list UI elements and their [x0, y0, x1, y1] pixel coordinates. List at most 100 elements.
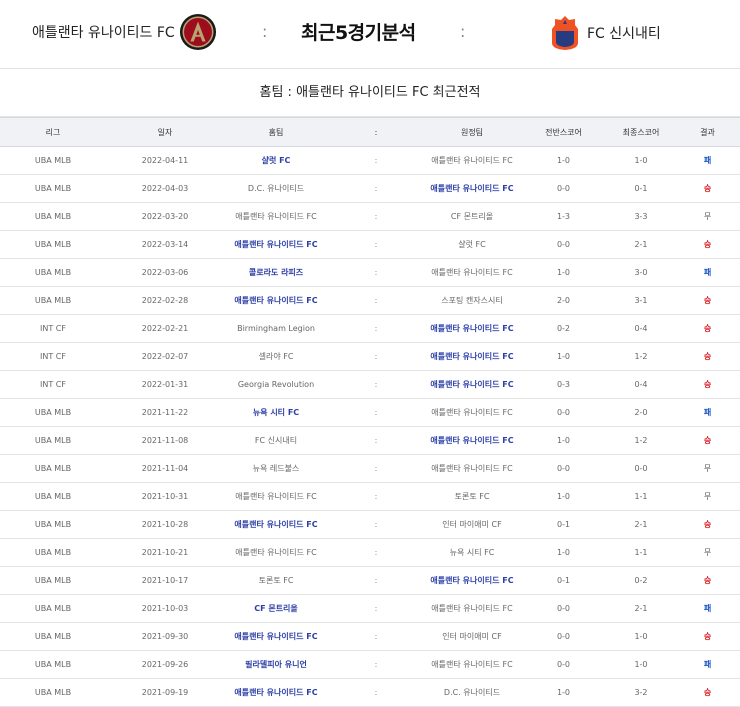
- table-row: UBA MLB 2022-04-11 샬럿 FC: 애틀랜타 유나이티드 FC 1-0 1…: [0, 146, 740, 175]
- table-row: UBA MLB 2022-04-03 D.C. 유나이티드: 애틀랜타 유나이티드 F…: [0, 174, 740, 203]
- away-team-cell[interactable]: 애틀랜타 유나이티드 FC: [424, 650, 520, 679]
- away-team-cell[interactable]: 애틀랜타 유나이티드 FC: [424, 566, 520, 595]
- league-cell: UBA MLB: [0, 622, 106, 651]
- home-team-cell[interactable]: 애틀랜타 유나이티드 FC: [224, 510, 328, 539]
- date-cell: 2021-10-21: [106, 538, 224, 567]
- away-team-cell[interactable]: 뉴욕 시티 FC: [424, 538, 520, 567]
- final-score-cell: 0-4: [607, 314, 675, 343]
- league-cell: UBA MLB: [0, 510, 106, 539]
- home-team-cell[interactable]: 애틀랜타 유나이티드 FC: [224, 230, 328, 259]
- page-title: 최근5경기분석: [301, 22, 416, 44]
- result-cell: 승: [675, 230, 740, 259]
- home-team-cell[interactable]: 토론토 FC: [224, 566, 328, 595]
- away-team-name[interactable]: FC 신시내티: [587, 23, 661, 43]
- recent-results-table: 리그 일자 홈팀 : 원정팀 전반스코어 최종스코어 결과 UBA MLB 202…: [0, 117, 740, 707]
- result-cell: 패: [675, 594, 740, 623]
- away-team-cell[interactable]: 애틀랜타 유나이티드 FC: [424, 174, 520, 203]
- table-row: UBA MLB 2022-03-20 애틀랜타 유나이티드 FC: CF 몬트리올 1-…: [0, 202, 740, 231]
- home-team-cell[interactable]: 애틀랜타 유나이티드 FC: [224, 678, 328, 707]
- half-score-cell: 1-0: [520, 426, 607, 455]
- away-team-cell[interactable]: 인터 마이애미 CF: [424, 510, 520, 539]
- home-team-name[interactable]: 애틀랜타 유나이티드 FC: [32, 22, 175, 42]
- final-score-cell: 3-0: [607, 258, 675, 287]
- away-team-cell[interactable]: 스포팅 캔자스시티: [424, 286, 520, 315]
- date-cell: 2022-01-31: [106, 370, 224, 399]
- half-score-cell: 0-0: [520, 230, 607, 259]
- away-team-cell[interactable]: 애틀랜타 유나이티드 FC: [424, 314, 520, 343]
- separator-cell: :: [328, 174, 424, 203]
- away-team-cell[interactable]: 인터 마이애미 CF: [424, 622, 520, 651]
- table-row: INT CF 2022-02-21 Birmingham Legion: 애틀랜타 유…: [0, 314, 740, 343]
- league-cell: UBA MLB: [0, 174, 106, 203]
- home-team-cell[interactable]: 애틀랜타 유나이티드 FC: [224, 482, 328, 511]
- table-row: UBA MLB 2021-10-31 애틀랜타 유나이티드 FC: 토론토 FC 1-0…: [0, 482, 740, 511]
- away-team-cell[interactable]: CF 몬트리올: [424, 202, 520, 231]
- date-cell: 2022-02-21: [106, 314, 224, 343]
- home-team-cell[interactable]: 애틀랜타 유나이티드 FC: [224, 538, 328, 567]
- final-score-cell: 0-2: [607, 566, 675, 595]
- league-cell: UBA MLB: [0, 650, 106, 679]
- away-team-cell[interactable]: 애틀랜타 유나이티드 FC: [424, 594, 520, 623]
- final-score-cell: 3-1: [607, 286, 675, 315]
- home-team-cell[interactable]: 뉴욕 레드불스: [224, 454, 328, 483]
- separator-cell: :: [328, 258, 424, 287]
- league-cell: UBA MLB: [0, 482, 106, 511]
- final-score-cell: 3-2: [607, 678, 675, 707]
- home-team-cell[interactable]: Georgia Revolution: [224, 370, 328, 399]
- separator-cell: :: [328, 538, 424, 567]
- away-team-cell[interactable]: 애틀랜타 유나이티드 FC: [424, 342, 520, 371]
- home-team-cell[interactable]: 애틀랜타 유나이티드 FC: [224, 202, 328, 231]
- away-team[interactable]: FC 신시내티: [551, 14, 661, 52]
- date-cell: 2022-03-14: [106, 230, 224, 259]
- home-team-cell[interactable]: 애틀랜타 유나이티드 FC: [224, 286, 328, 315]
- result-cell: 승: [675, 314, 740, 343]
- half-score-cell: 0-0: [520, 454, 607, 483]
- table-row: UBA MLB 2021-09-30 애틀랜타 유나이티드 FC: 인터 마이애미 C…: [0, 622, 740, 651]
- home-team[interactable]: 애틀랜타 유나이티드 FC: [32, 12, 217, 52]
- separator-cell: :: [328, 678, 424, 707]
- half-score-cell: 0-3: [520, 370, 607, 399]
- home-team-cell[interactable]: D.C. 유나이티드: [224, 174, 328, 203]
- half-score-cell: 0-1: [520, 566, 607, 595]
- home-team-cell[interactable]: FC 신시내티: [224, 426, 328, 455]
- half-score-cell: 0-0: [520, 650, 607, 679]
- away-team-cell[interactable]: 애틀랜타 유나이티드 FC: [424, 398, 520, 427]
- date-cell: 2021-11-04: [106, 454, 224, 483]
- table-row: UBA MLB 2021-10-03 CF 몬트리올: 애틀랜타 유나이티드 FC 0-…: [0, 594, 740, 623]
- home-team-cell[interactable]: Birmingham Legion: [224, 314, 328, 343]
- final-score-cell: 0-4: [607, 370, 675, 399]
- home-team-cell[interactable]: 필라델피아 유니언: [224, 650, 328, 679]
- result-cell: 무: [675, 482, 740, 511]
- column-header-result: 결과: [675, 117, 740, 147]
- home-team-cell[interactable]: 뉴욕 시티 FC: [224, 398, 328, 427]
- away-team-cell[interactable]: 애틀랜타 유나이티드 FC: [424, 426, 520, 455]
- away-team-cell[interactable]: 애틀랜타 유나이티드 FC: [424, 146, 520, 175]
- home-team-cell[interactable]: 콜로라도 라피즈: [224, 258, 328, 287]
- result-cell: 패: [675, 398, 740, 427]
- column-header-date: 일자: [106, 117, 224, 147]
- final-score-cell: 2-1: [607, 510, 675, 539]
- result-cell: 패: [675, 650, 740, 679]
- home-team-cell[interactable]: 샬럿 FC: [224, 146, 328, 175]
- home-team-cell[interactable]: CF 몬트리올: [224, 594, 328, 623]
- final-score-cell: 0-1: [607, 174, 675, 203]
- away-team-cell[interactable]: D.C. 유나이티드: [424, 678, 520, 707]
- date-cell: 2022-02-07: [106, 342, 224, 371]
- result-cell: 패: [675, 146, 740, 175]
- result-cell: 무: [675, 538, 740, 567]
- league-cell: UBA MLB: [0, 230, 106, 259]
- final-score-cell: 1-0: [607, 622, 675, 651]
- half-score-cell: 1-0: [520, 258, 607, 287]
- away-team-cell[interactable]: 애틀랜타 유나이티드 FC: [424, 454, 520, 483]
- column-header-separator: :: [328, 117, 424, 147]
- away-team-cell[interactable]: 애틀랜타 유나이티드 FC: [424, 258, 520, 287]
- away-team-cell[interactable]: 샬럿 FC: [424, 230, 520, 259]
- away-team-cell[interactable]: 토론토 FC: [424, 482, 520, 511]
- home-team-cell[interactable]: 셀라야 FC: [224, 342, 328, 371]
- separator-cell: :: [328, 314, 424, 343]
- result-cell: 무: [675, 454, 740, 483]
- home-team-cell[interactable]: 애틀랜타 유나이티드 FC: [224, 622, 328, 651]
- away-team-cell[interactable]: 애틀랜타 유나이티드 FC: [424, 370, 520, 399]
- match-header: 애틀랜타 유나이티드 FC : 최근5경기분석 : FC 신시내티: [0, 0, 740, 69]
- date-cell: 2021-10-17: [106, 566, 224, 595]
